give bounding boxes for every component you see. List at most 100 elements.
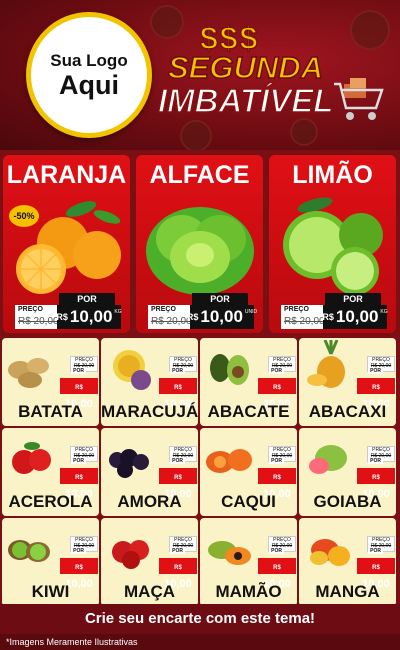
product-name: MARACUJÁ: [101, 402, 198, 421]
product-image: [113, 350, 151, 390]
price-tag: PREÇO R$ 20,00 POR R$ 10,00: [60, 446, 98, 500]
old-price-box: PREÇO R$ 20,00: [281, 305, 325, 329]
por-label: POR: [59, 293, 115, 305]
product-image: [12, 442, 51, 474]
por-label: POR: [71, 458, 86, 464]
product-card[interactable]: PREÇO R$ 20,00 POR R$ 10,00 MARACUJÁ: [101, 338, 198, 426]
product-image: [112, 540, 149, 569]
lime-image: [283, 197, 383, 295]
logo-placeholder: Sua Logo Aqui: [26, 12, 152, 138]
currency: R$: [372, 565, 380, 571]
currency: R$: [174, 385, 182, 391]
por-label: POR: [325, 293, 381, 305]
price-tag: POR PREÇO R$ 20,00 R$ 10,00 KG: [281, 293, 389, 329]
product-image: [208, 541, 251, 565]
featured-card-alface[interactable]: ALFACE POR PREÇO R$ 20,00 R$ 10,00 UNID: [136, 155, 263, 333]
new-price-box: R$ 10,00: [357, 468, 395, 500]
footer-cta[interactable]: Crie seu encarte com este tema!: [0, 604, 400, 634]
product-image: [8, 358, 49, 388]
new-price-box: R$ 10,00: [60, 468, 98, 500]
new-price-box: R$ 10,00: [258, 558, 296, 590]
product-name: ALFACE: [149, 161, 250, 189]
product-card[interactable]: PREÇO R$ 20,00 POR R$ 10,00 AMORA: [101, 428, 198, 516]
currency: R$: [273, 385, 281, 391]
por-label: POR: [170, 458, 185, 464]
header-banner: Sua Logo Aqui $$$ SEGUNDA IMBATÍVEL: [0, 0, 400, 150]
old-price: R$ 20,00: [284, 316, 325, 327]
currency: R$: [75, 475, 83, 481]
product-name: ABACATE: [207, 402, 290, 421]
price-tag: PREÇO R$ 20,00 POR R$ 10,00: [159, 356, 197, 410]
currency: R$: [372, 385, 380, 391]
logo-text-line2: Aqui: [59, 70, 119, 100]
product-card[interactable]: PREÇO R$ 20,00 POR R$ 10,00 CAQUI: [200, 428, 297, 516]
product-name: MAÇA: [124, 582, 175, 601]
price-tag: PREÇO R$ 20,00 POR R$ 10,00: [357, 356, 395, 410]
price-tag: PREÇO R$ 20,00 POR R$ 10,00: [258, 536, 296, 590]
price-tag: POR PREÇO R$ 20,00 R$ 10,00 KG: [15, 293, 123, 329]
product-card[interactable]: PREÇO R$ 20,00 POR R$ 10,00 GOIABA: [299, 428, 396, 516]
product-name: ACEROLA: [8, 492, 93, 511]
price-tag: PREÇO R$ 20,00 POR R$ 10,00: [159, 536, 197, 590]
product-image: [206, 449, 252, 473]
currency: R$: [75, 385, 83, 391]
new-price-box: R$ 10,00: [159, 378, 197, 410]
product-name: LIMÃO: [292, 161, 373, 189]
product-card[interactable]: PREÇO R$ 20,00 POR R$ 10,00 BATATA: [2, 338, 99, 426]
product-name: LARANJA: [6, 161, 127, 189]
product-card[interactable]: PREÇO R$ 20,00 POR R$ 10,00 MAÇA: [101, 518, 198, 606]
product-name: KIWI: [31, 582, 70, 601]
new-price-box: R$ 10,00: [357, 558, 395, 590]
price-value: 10,00: [69, 307, 113, 326]
por-label: POR: [269, 368, 284, 374]
currency: R$: [322, 312, 334, 322]
product-card[interactable]: PREÇO R$ 20,00 POR R$ 10,00 MANGA: [299, 518, 396, 606]
shopping-cart-icon: [334, 78, 384, 120]
product-card[interactable]: PREÇO R$ 20,00 POR R$ 10,00 MAMÃO: [200, 518, 297, 606]
por-label: POR: [269, 458, 284, 464]
por-label: POR: [368, 458, 383, 464]
price-tag: PREÇO R$ 20,00 POR R$ 10,00: [258, 446, 296, 500]
price-tag: PREÇO R$ 20,00 POR R$ 10,00: [159, 446, 197, 500]
coin-decoration: [350, 10, 390, 50]
preco-label: PREÇO: [284, 306, 309, 313]
new-price-box: R$ 10,00 UNID: [186, 305, 257, 329]
price-tag: PREÇO R$ 20,00 POR R$ 10,00: [258, 356, 296, 410]
new-price-box: R$ 10,00: [258, 378, 296, 410]
product-name: CAQUI: [221, 492, 276, 511]
currency: R$: [186, 312, 199, 322]
old-price-box: PREÇO R$ 20,00: [148, 305, 192, 329]
por-label: POR: [368, 548, 383, 554]
product-card[interactable]: PREÇO R$ 20,00 POR R$ 10,00 ACEROLA: [2, 428, 99, 516]
price-tag: POR PREÇO R$ 20,00 R$ 10,00 UNID: [148, 293, 257, 329]
price-tag: PREÇO R$ 20,00 POR R$ 10,00: [60, 536, 98, 590]
old-price-box: PREÇO R$ 20,00: [15, 305, 59, 329]
coin-decoration: [290, 118, 318, 146]
product-card[interactable]: PREÇO R$ 20,00 POR R$ 10,00 ABACAXI: [299, 338, 396, 426]
featured-card-limao[interactable]: LIMÃO POR PREÇO R$ 20,00 R$ 10,00 KG: [269, 155, 396, 333]
product-image: [309, 445, 347, 474]
product-name: ABACAXI: [308, 402, 387, 421]
price-tag: PREÇO R$ 20,00 POR R$ 10,00: [357, 536, 395, 590]
old-price: R$ 20,00: [151, 316, 192, 327]
product-image: [8, 540, 50, 562]
disclaimer: *Imagens Meramente Ilustrativas: [0, 634, 400, 650]
currency: R$: [273, 565, 281, 571]
por-label: POR: [368, 368, 383, 374]
title-line1: SEGUNDA: [167, 49, 324, 86]
new-price-box: R$ 10,00: [357, 378, 395, 410]
price-value: 10,00: [200, 307, 243, 326]
new-price-box: R$ 10,00: [258, 468, 296, 500]
product-image: [109, 449, 149, 478]
new-price-box: R$ 10,00 KG: [322, 305, 388, 329]
featured-card-laranja[interactable]: LARANJA -50% POR PREÇO R$ 20,00 R$ 10,00…: [3, 155, 130, 333]
product-image: [310, 539, 350, 566]
coin-decoration: [150, 5, 184, 39]
price-tag: PREÇO R$ 20,00 POR R$ 10,00: [357, 446, 395, 500]
product-card[interactable]: PREÇO R$ 20,00 POR R$ 10,00 KIWI: [2, 518, 99, 606]
por-label: POR: [192, 293, 248, 305]
old-price: R$ 20,00: [18, 316, 59, 327]
product-card[interactable]: PREÇO R$ 20,00 POR R$ 10,00 ABACATE: [200, 338, 297, 426]
title-line2: IMBATÍVEL: [157, 81, 334, 120]
new-price-box: R$ 10,00 KG: [56, 305, 122, 329]
